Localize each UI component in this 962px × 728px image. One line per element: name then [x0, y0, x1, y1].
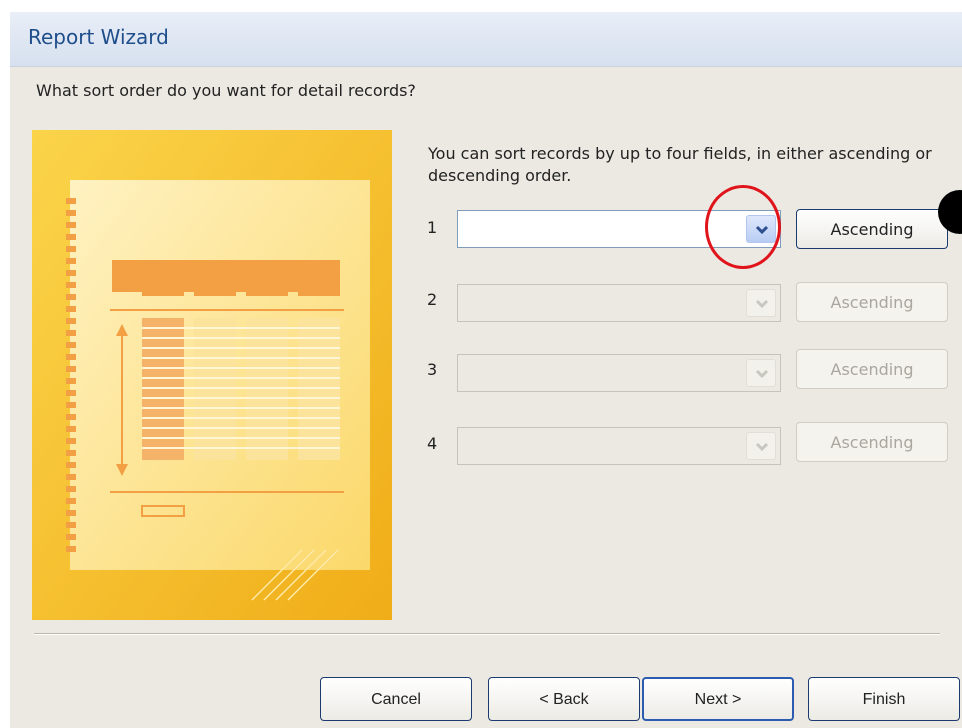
- sort-field-3-dropdown-button[interactable]: [746, 359, 776, 387]
- sort-row-1-number: 1: [427, 218, 438, 237]
- sort-field-4-combo[interactable]: [457, 427, 781, 465]
- chevron-down-icon: [755, 442, 769, 452]
- sort-order-2-button[interactable]: Ascending: [796, 282, 948, 322]
- finish-button[interactable]: Finish: [808, 677, 960, 721]
- sort-row-4-number: 4: [427, 434, 438, 453]
- chevron-down-icon: [755, 369, 769, 379]
- sort-field-3-combo[interactable]: [457, 354, 781, 392]
- sort-row-2-number: 2: [427, 290, 438, 309]
- chevron-down-icon: [755, 299, 769, 309]
- report-wizard-window: Report Wizard What sort order do you wan…: [10, 12, 962, 728]
- window-title: Report Wizard: [28, 25, 169, 49]
- cancel-button[interactable]: Cancel: [320, 677, 472, 721]
- sort-order-4-button[interactable]: Ascending: [796, 422, 948, 462]
- footer-divider: [34, 633, 940, 635]
- report-illustration: [32, 130, 392, 620]
- highlight-annotation-circle: [705, 185, 781, 269]
- next-button[interactable]: Next >: [642, 677, 794, 721]
- sort-row-3-number: 3: [427, 360, 438, 379]
- sort-order-3-button[interactable]: Ascending: [796, 349, 948, 389]
- sort-field-4-dropdown-button[interactable]: [746, 432, 776, 460]
- sort-field-2-dropdown-button[interactable]: [746, 289, 776, 317]
- sort-field-2-combo[interactable]: [457, 284, 781, 322]
- title-bar: Report Wizard: [10, 12, 962, 67]
- sort-order-1-button[interactable]: Ascending: [796, 209, 948, 249]
- sort-instructions: You can sort records by up to four field…: [428, 144, 932, 185]
- back-button[interactable]: < Back: [488, 677, 640, 721]
- wizard-question: What sort order do you want for detail r…: [36, 81, 416, 100]
